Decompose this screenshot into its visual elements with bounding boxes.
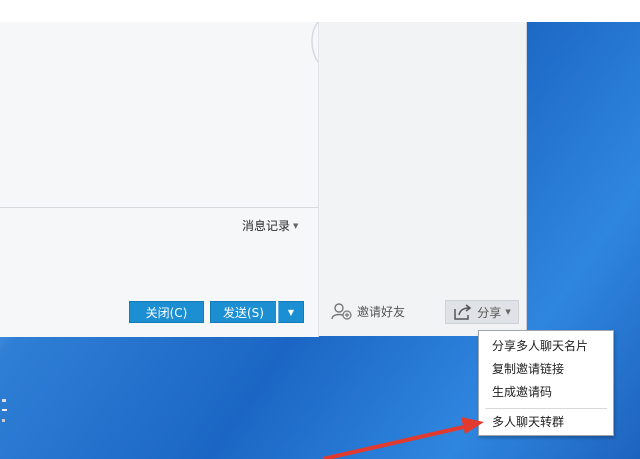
menu-item-copy-invite-link[interactable]: 复制邀请链接 <box>479 358 613 381</box>
menu-item-convert-to-group[interactable]: 多人聊天转群 <box>479 411 613 434</box>
message-display-area <box>0 22 319 207</box>
send-options-button[interactable]: ▼ <box>278 301 304 323</box>
group-chat-window <box>0 22 527 337</box>
chevron-down-icon: ▼ <box>505 308 511 316</box>
invite-friends-label: 邀请好友 <box>357 304 406 319</box>
close-button[interactable]: 关闭(C) <box>129 301 204 323</box>
menu-item-share-card[interactable]: 分享多人聊天名片 <box>479 335 613 358</box>
top-margin <box>0 0 640 22</box>
panel-divider-notch <box>311 22 319 62</box>
share-dropdown-menu: 分享多人聊天名片 复制邀请链接 生成邀请码 多人聊天转群 <box>478 330 614 436</box>
menu-divider <box>485 408 607 409</box>
add-user-icon <box>331 303 352 320</box>
chevron-down-icon: ▼ <box>287 307 295 317</box>
share-label: 分享 <box>477 305 502 320</box>
share-icon <box>454 304 472 320</box>
send-button[interactable]: 发送(S) <box>210 301 276 323</box>
message-history-link[interactable]: 消息记录 ▼ <box>242 217 298 234</box>
share-button[interactable]: 分享 ▼ <box>445 300 519 324</box>
message-history-label: 消息记录 <box>242 219 291 233</box>
send-button-label: 发送(S) <box>223 305 264 320</box>
chevron-down-icon: ▼ <box>293 221 299 230</box>
menu-item-generate-invite-code[interactable]: 生成邀请码 <box>479 381 613 404</box>
close-button-label: 关闭(C) <box>145 305 188 320</box>
member-side-panel <box>319 22 526 336</box>
invite-friends-button[interactable]: 邀请好友 <box>331 302 405 320</box>
desktop-icon-fragment <box>2 395 8 425</box>
